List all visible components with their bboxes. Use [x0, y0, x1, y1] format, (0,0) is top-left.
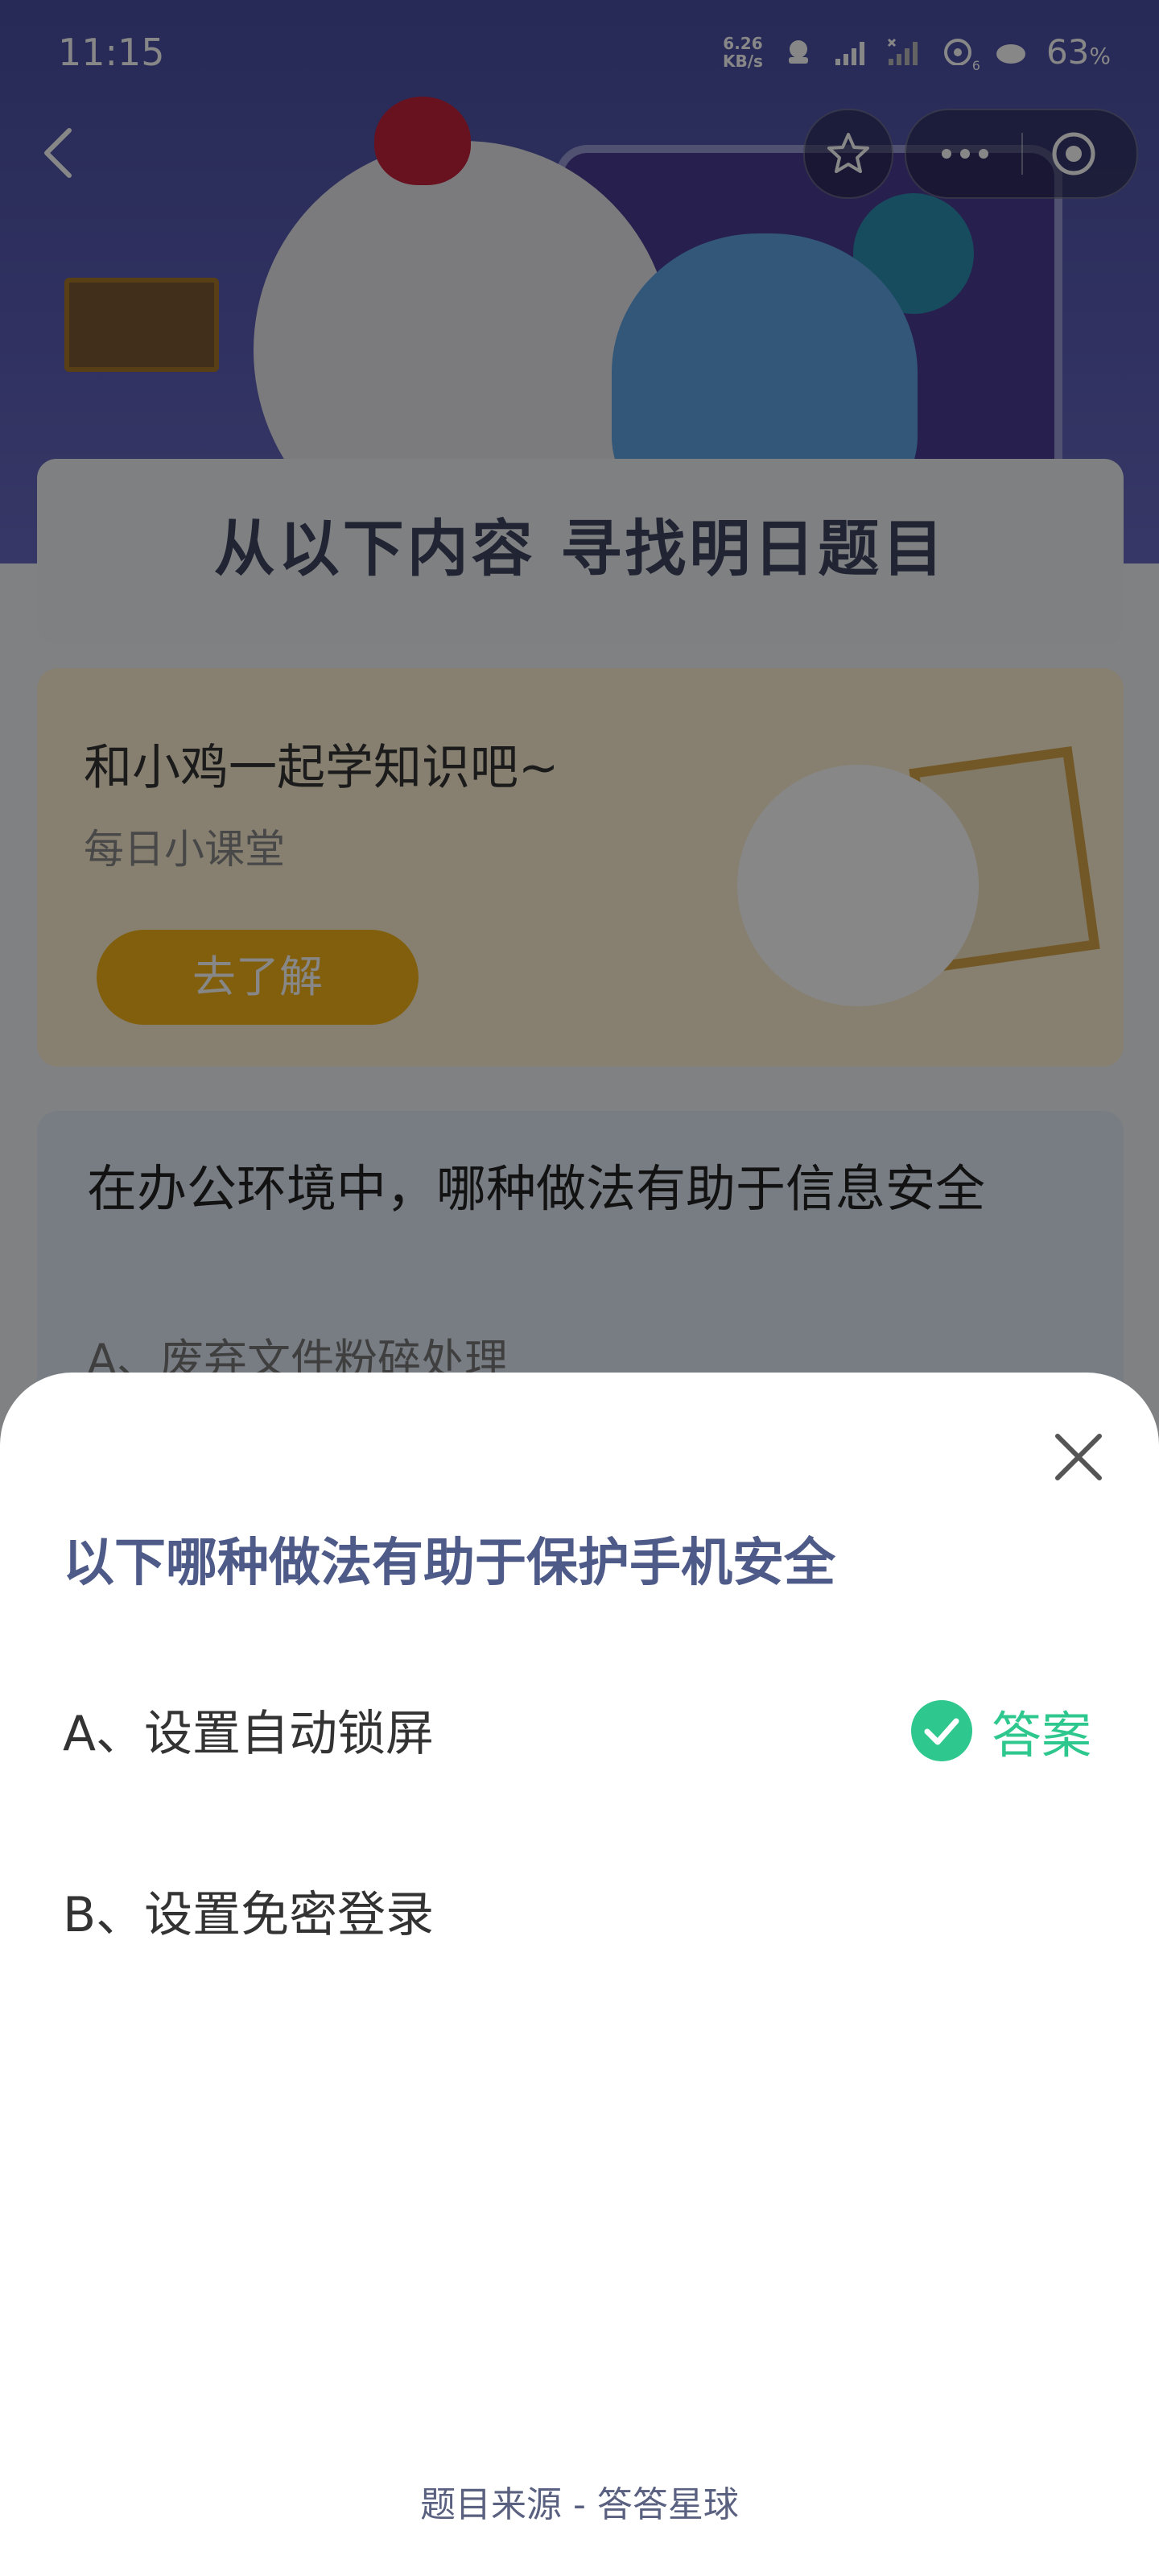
question-source: 题目来源 - 答答星球	[420, 2484, 739, 2525]
sheet-question: 以下哪种做法有助于保护手机安全	[63, 1534, 835, 1593]
option-a[interactable]: A、设置自动锁屏	[63, 1695, 434, 1765]
answer-tag: 答案	[909, 1695, 1091, 1767]
answer-label: 答案	[992, 1706, 1092, 1765]
page: 11:15 6.26 KB/s 6 63% 从以下内容 寻找明日题目 和小鸡一起…	[0, 0, 1159, 2576]
option-b[interactable]: B、设置免密登录	[63, 1876, 434, 1946]
answer-sheet: 以下哪种做法有助于保护手机安全 A、设置自动锁屏 答案 B、设置免密登录 题目来…	[0, 1373, 1159, 2576]
close-icon[interactable]	[1046, 1425, 1111, 1489]
check-icon	[911, 1700, 972, 1761]
